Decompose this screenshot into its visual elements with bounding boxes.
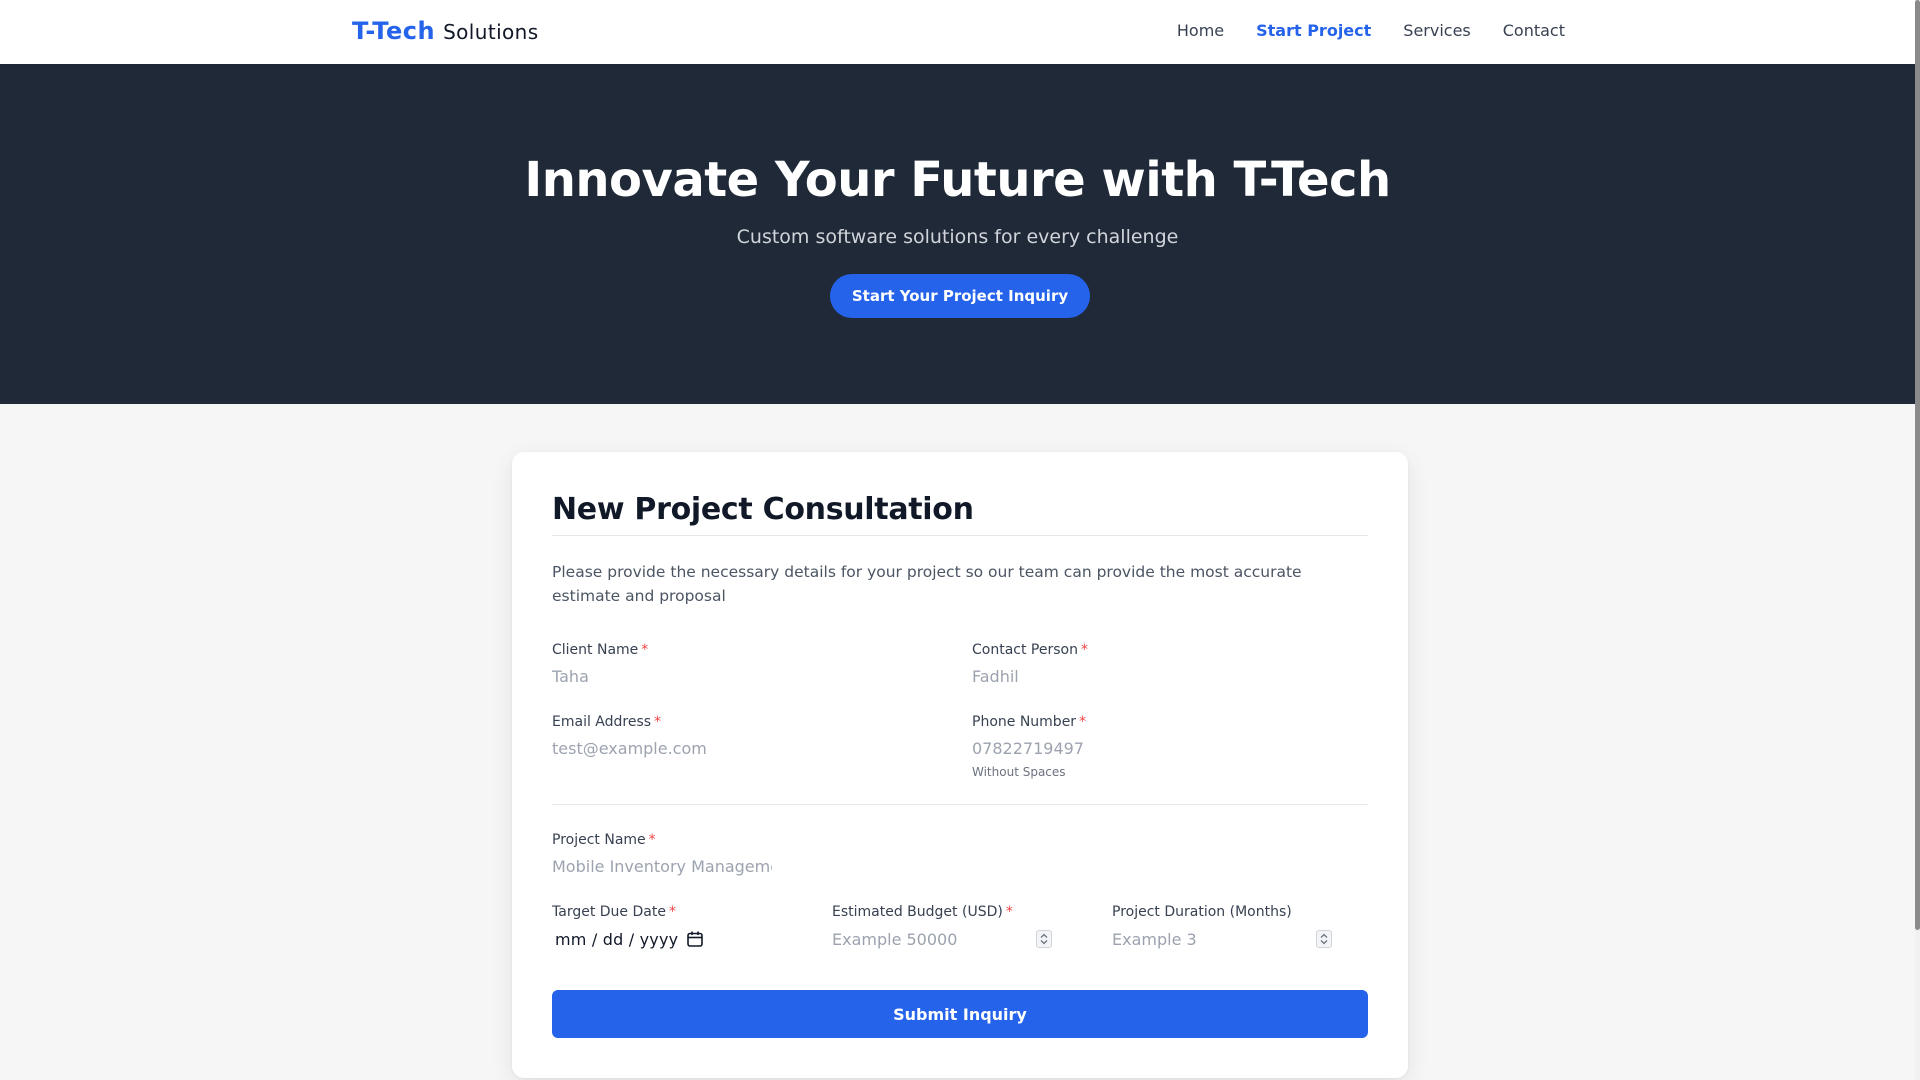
email-label-text: Email Address [552,714,652,730]
due-date-display: mm / dd / yyyy [555,929,679,949]
due-date-label: Target Due Date * [552,904,792,920]
project-name-label-text: Project Name [552,832,646,848]
due-date-field: Target Due Date * mm / dd / yyyy [552,904,792,950]
start-inquiry-button[interactable]: Start Your Project Inquiry [830,274,1090,318]
budget-label-text: Estimated Budget (USD) [832,904,1003,920]
project-name-input[interactable] [552,856,772,876]
required-marker: * [668,904,676,920]
nav-link-contact[interactable]: Contact [1503,21,1565,40]
duration-label: Project Duration (Months) [1112,904,1292,920]
client-name-label: Client Name * [552,642,932,658]
client-name-input[interactable] [552,666,932,686]
title-divider [552,535,1368,536]
hero-subtitle: Custom software solutions for every chal… [736,226,1179,248]
client-name-label-text: Client Name [552,642,639,658]
email-label: Email Address * [552,714,932,730]
hero-title: Innovate Your Future with T-Tech [524,152,1391,208]
required-marker: * [648,832,656,848]
contact-person-input[interactable] [972,666,1368,686]
scrollbar-thumb[interactable] [1915,0,1920,930]
due-date-input[interactable]: mm / dd / yyyy [552,928,792,950]
contact-person-label: Contact Person * [972,642,1368,658]
submit-inquiry-button[interactable]: Submit Inquiry [552,990,1368,1038]
spinner-up-down-icon[interactable] [1036,930,1052,948]
phone-input[interactable] [972,738,1368,758]
phone-hint: Without Spaces [972,765,1066,779]
required-marker: * [641,642,649,658]
section-divider [552,804,1368,805]
required-marker: * [1079,714,1087,730]
budget-input[interactable] [832,929,1022,949]
hero-section: Innovate Your Future with T-Tech Custom … [0,64,1915,404]
form-title: New Project Consultation [552,492,974,527]
due-date-label-text: Target Due Date [552,904,666,920]
contact-person-field: Contact Person * [972,642,1368,686]
duration-input-row [1112,928,1332,950]
duration-field: Project Duration (Months) [1112,904,1332,950]
spinner-up-down-icon[interactable] [1316,930,1332,948]
email-field: Email Address * [552,714,932,758]
nav-links: Home Start Project Services Contact [1177,21,1565,40]
phone-label-text: Phone Number [972,714,1077,730]
nav-link-services[interactable]: Services [1403,21,1470,40]
required-marker: * [654,714,662,730]
phone-label: Phone Number * [972,714,1368,730]
required-marker: * [1005,904,1013,920]
duration-input[interactable] [1112,929,1302,949]
budget-field: Estimated Budget (USD) * [832,904,1052,950]
budget-input-row [832,928,1052,950]
email-input[interactable] [552,738,932,758]
form-intro: Please provide the necessary details for… [552,563,1302,605]
client-name-field: Client Name * [552,642,932,686]
consultation-form-card: New Project Consultation Please provide … [512,452,1408,1078]
phone-field: Phone Number* Without Spaces [972,714,1368,779]
brand-logo[interactable]: T-Tech Solutions [352,17,539,45]
nav-link-home[interactable]: Home [1177,21,1224,40]
navbar: T-Tech Solutions Home Start Project Serv… [0,0,1915,64]
nav-link-start-project[interactable]: Start Project [1256,21,1371,40]
calendar-icon[interactable] [686,930,704,948]
required-marker: * [1080,642,1088,658]
budget-label: Estimated Budget (USD) * [832,904,1052,920]
brand-secondary: Solutions [443,20,539,44]
project-name-field: Project Name * [552,832,772,876]
contact-person-label-text: Contact Person [972,642,1078,658]
page-scrollbar[interactable] [1915,0,1920,1080]
brand-primary: T-Tech [352,17,436,45]
project-name-label: Project Name * [552,832,772,848]
